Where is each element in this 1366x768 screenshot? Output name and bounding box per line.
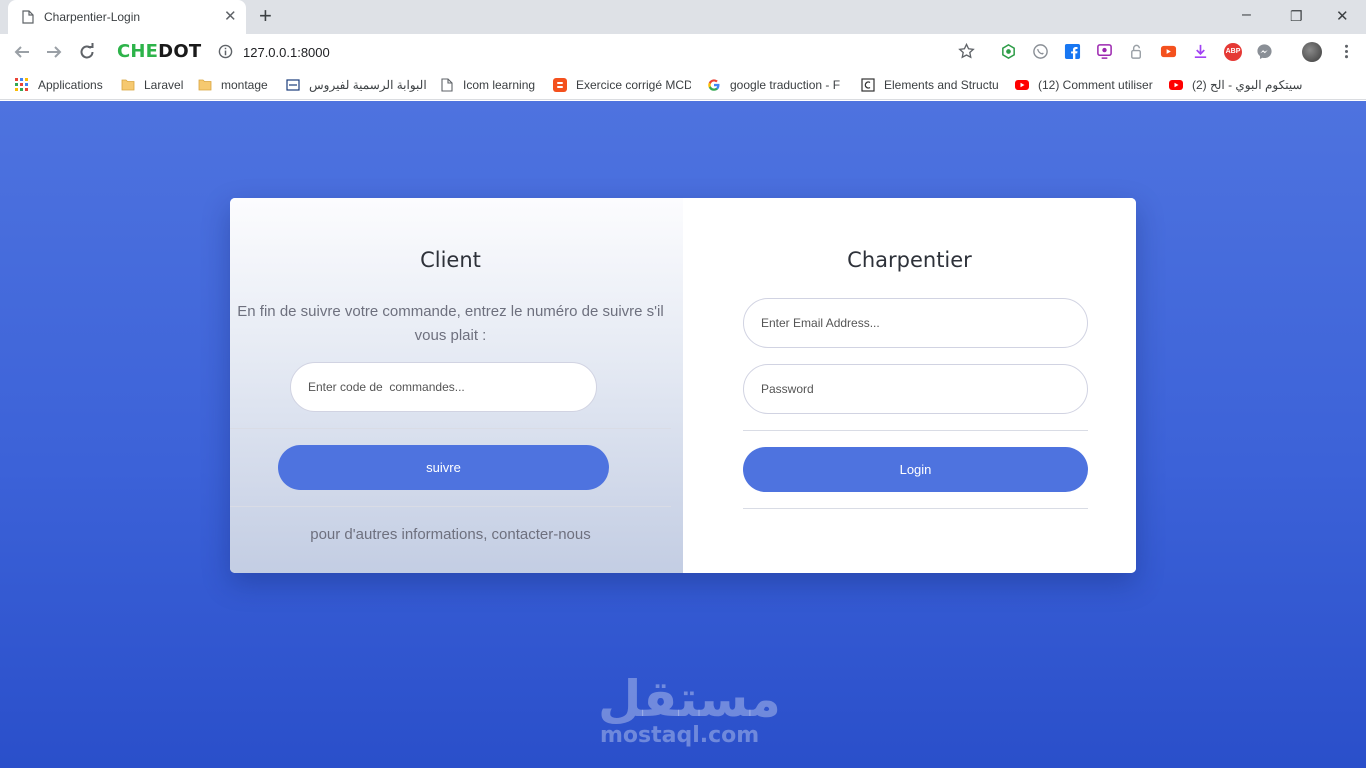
facebook-icon[interactable] bbox=[1064, 43, 1081, 60]
video-icon[interactable] bbox=[1160, 43, 1177, 60]
password-field[interactable] bbox=[743, 364, 1088, 414]
login-divider-top bbox=[743, 430, 1088, 431]
close-tab-icon[interactable]: ✕ bbox=[224, 9, 237, 24]
puzzle-icon[interactable] bbox=[1000, 43, 1017, 60]
bookmark-exercice-mcd[interactable]: Exercice corrigé MCD bbox=[553, 70, 691, 100]
login-card: Client En fin de suivre votre commande, … bbox=[230, 198, 1136, 573]
site-icon bbox=[286, 79, 300, 91]
apps-grid-icon bbox=[15, 78, 28, 91]
login-divider-bottom bbox=[743, 508, 1088, 509]
bookmark-label: Laravel bbox=[144, 78, 184, 92]
order-code-input[interactable] bbox=[290, 362, 597, 412]
tab-title: Charpentier-Login bbox=[44, 10, 141, 24]
client-divider-bottom bbox=[230, 506, 671, 507]
browser-toolbar: CHEDOT 127.0.0.1:8000 ABP bbox=[0, 34, 1366, 70]
page-icon bbox=[22, 10, 34, 24]
bookmark-label: Elements and Structu bbox=[884, 78, 999, 92]
charpentier-panel: Charpentier Login bbox=[683, 198, 1136, 573]
client-title: Client bbox=[420, 248, 481, 272]
bookmark-comment-utiliser[interactable]: (12) Comment utiliser bbox=[1015, 70, 1155, 100]
bookmark-label: Exercice corrigé MCD bbox=[576, 78, 691, 92]
brand-part-green: CHE bbox=[117, 41, 159, 62]
google-icon bbox=[708, 79, 720, 91]
messenger-icon[interactable] bbox=[1256, 43, 1273, 60]
bookmark-montage[interactable]: montage bbox=[198, 70, 274, 100]
youtube-icon bbox=[1169, 80, 1183, 90]
client-divider-top bbox=[230, 428, 671, 429]
c-icon bbox=[861, 78, 875, 92]
watermark-latin: mostaql.com bbox=[600, 723, 760, 748]
star-icon[interactable] bbox=[958, 43, 975, 60]
bookmark-label: Applications bbox=[38, 78, 103, 92]
adblock-icon[interactable]: ABP bbox=[1224, 43, 1242, 61]
bookmark-label: google traduction - F bbox=[730, 78, 841, 92]
address-bar[interactable]: 127.0.0.1:8000 bbox=[243, 45, 330, 60]
bookmark-icom-learning[interactable]: Icom learning bbox=[440, 70, 540, 100]
email-field[interactable] bbox=[743, 298, 1088, 348]
bookmarks-bar: Applications Laravel montage البوابة الر… bbox=[0, 70, 1366, 100]
bookmark-laravel[interactable]: Laravel bbox=[121, 70, 187, 100]
bookmark-virus-portal[interactable]: البوابة الرسمية لفيروس bbox=[286, 70, 426, 100]
bookmark-label: montage bbox=[221, 78, 268, 92]
watermark-arabic: مستقل bbox=[598, 670, 781, 728]
reload-icon[interactable] bbox=[78, 43, 96, 61]
bookmark-label: (2) سيتكوم البوي - الح bbox=[1192, 78, 1303, 92]
login-button[interactable]: Login bbox=[743, 447, 1088, 492]
page-background: Client En fin de suivre votre commande, … bbox=[0, 101, 1366, 768]
page-icon bbox=[441, 78, 453, 92]
blogger-icon bbox=[553, 78, 567, 92]
contact-us-link[interactable]: pour d'autres informations, contacter-no… bbox=[230, 526, 671, 543]
bookmark-google-traduction[interactable]: google traduction - F bbox=[707, 70, 846, 100]
new-tab-button[interactable]: + bbox=[259, 3, 272, 29]
back-arrow-icon[interactable] bbox=[13, 43, 31, 61]
browser-tab-strip: Charpentier-Login ✕ + – ❐ ✕ bbox=[0, 0, 1366, 34]
restore-icon[interactable]: ❐ bbox=[1290, 8, 1303, 25]
screen-icon[interactable] bbox=[1096, 43, 1113, 60]
lock-icon[interactable] bbox=[1128, 43, 1145, 60]
avatar-icon[interactable] bbox=[1302, 42, 1322, 62]
bookmark-elements-structure[interactable]: Elements and Structu bbox=[861, 70, 1001, 100]
browser-tab[interactable]: Charpentier-Login ✕ bbox=[8, 0, 246, 34]
info-icon[interactable] bbox=[218, 44, 233, 59]
charpentier-title: Charpentier bbox=[847, 248, 972, 272]
client-panel: Client En fin de suivre votre commande, … bbox=[230, 198, 683, 573]
bookmark-label: البوابة الرسمية لفيروس bbox=[309, 78, 426, 92]
bookmark-label: Icom learning bbox=[463, 78, 536, 92]
folder-icon bbox=[198, 79, 212, 91]
bookmark-sitcom-video[interactable]: (2) سيتكوم البوي - الح bbox=[1169, 70, 1309, 100]
client-description: En fin de suivre votre commande, entrez … bbox=[237, 303, 664, 344]
forward-arrow-icon[interactable] bbox=[45, 43, 63, 61]
whatsapp-icon[interactable] bbox=[1032, 43, 1049, 60]
download-icon[interactable] bbox=[1192, 43, 1209, 60]
suivre-button[interactable]: suivre bbox=[278, 445, 609, 490]
minimize-icon[interactable]: – bbox=[1242, 6, 1251, 24]
close-window-icon[interactable]: ✕ bbox=[1336, 7, 1349, 25]
bookmark-applications[interactable]: Applications bbox=[15, 70, 110, 100]
bookmark-label: (12) Comment utiliser bbox=[1038, 78, 1153, 92]
folder-icon bbox=[121, 79, 135, 91]
brand-part-dark: DOT bbox=[158, 41, 202, 62]
browser-brand-logo[interactable]: CHEDOT bbox=[117, 41, 201, 62]
youtube-icon bbox=[1015, 80, 1029, 90]
menu-icon[interactable] bbox=[1338, 43, 1355, 60]
